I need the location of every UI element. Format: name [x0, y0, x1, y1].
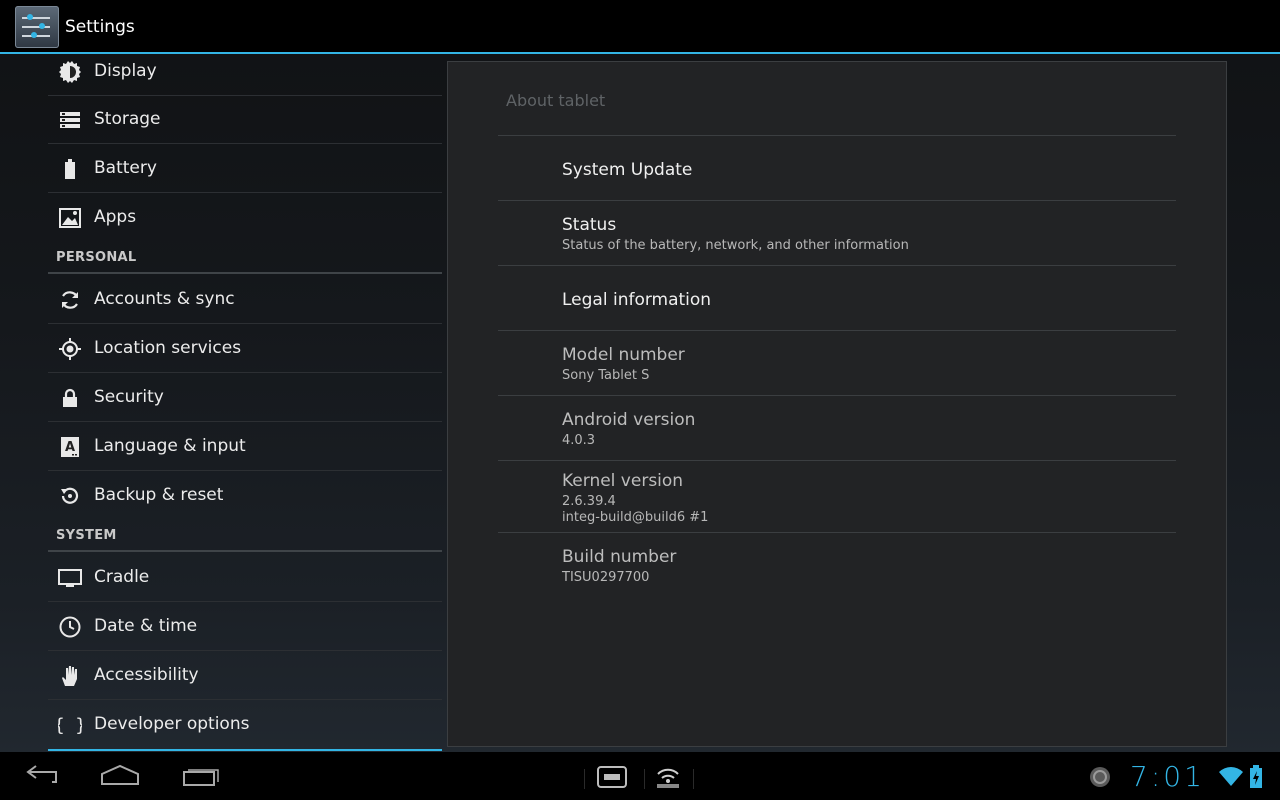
system-navigation-bar: 7:01: [0, 752, 1280, 800]
storage-icon: [60, 112, 80, 128]
divider: [584, 769, 585, 789]
pref-title: Status: [562, 215, 617, 235]
language-icon: A: [61, 437, 79, 457]
sidebar-item-label: Display: [94, 61, 157, 81]
pref-title: Model number: [562, 345, 685, 365]
keyboard-icon: [597, 766, 627, 788]
status-clock: 7:01: [1130, 760, 1205, 793]
sidebar-item-apps[interactable]: Apps: [48, 194, 442, 242]
sidebar-item-label: Developer options: [94, 714, 250, 734]
settings-notification-icon: [1090, 767, 1110, 787]
sidebar-item-label: Accounts & sync: [94, 289, 235, 309]
hand-icon: [62, 666, 77, 686]
backup-icon: [61, 487, 79, 504]
pref-summary: Status of the battery, network, and othe…: [562, 238, 909, 253]
sidebar-item-label: Apps: [94, 207, 137, 227]
wifi-share-icon: [657, 768, 679, 788]
sidebar-item-accounts-sync[interactable]: Accounts & sync: [48, 276, 442, 324]
settings-sidebar: Display Storage Battery Apps PERSONAL Ac…: [48, 56, 442, 752]
battery-status-icon: [1250, 765, 1262, 788]
section-header-system: SYSTEM: [48, 520, 442, 552]
pref-android-version[interactable]: Android version 4.0.3: [498, 395, 1176, 460]
wifi-icon: [1219, 767, 1243, 786]
braces-icon: { }: [58, 715, 82, 736]
pref-summary-line2: integ-build@build6 #1: [562, 510, 709, 525]
clock-icon: [59, 616, 81, 638]
sidebar-item-label: Battery: [94, 158, 157, 178]
pref-title: Build number: [562, 547, 677, 567]
pref-summary: 2.6.39.4: [562, 494, 616, 509]
sidebar-item-storage[interactable]: Storage: [48, 96, 442, 144]
sidebar-item-label: Date & time: [94, 616, 198, 636]
location-icon: [59, 338, 81, 360]
home-icon: [101, 764, 139, 785]
wifi-share-button[interactable]: [650, 752, 686, 800]
pref-title: Android version: [562, 410, 696, 430]
sidebar-item-battery[interactable]: Battery: [48, 145, 442, 193]
sidebar-item-label: Location services: [94, 338, 242, 358]
back-button[interactable]: [12, 752, 68, 800]
sidebar-item-label: Storage: [94, 109, 161, 129]
screen: Settings Display Storage Battery Apps PE…: [0, 0, 1280, 800]
back-icon: [26, 765, 57, 783]
sidebar-item-security[interactable]: Security: [48, 374, 442, 422]
sidebar-item-label: Cradle: [94, 567, 150, 587]
sidebar-item-language-input[interactable]: A Language & input: [48, 423, 442, 471]
wifi-status: [1216, 752, 1246, 800]
pref-summary: 4.0.3: [562, 433, 596, 448]
notification-area[interactable]: [1086, 752, 1114, 800]
pref-summary: TISU0297700: [562, 570, 650, 585]
display-brightness-icon: [59, 61, 81, 83]
pref-title: Legal information: [562, 290, 712, 310]
sync-icon: [62, 291, 78, 309]
pref-kernel-version: Kernel version 2.6.39.4 integ-build@buil…: [498, 460, 1176, 533]
section-header-personal: PERSONAL: [48, 242, 442, 274]
sidebar-item-cradle[interactable]: Cradle: [48, 554, 442, 602]
pref-model-number: Model number Sony Tablet S: [498, 330, 1176, 395]
pref-summary: Sony Tablet S: [562, 368, 650, 383]
monitor-icon: [58, 569, 82, 587]
pref-system-update[interactable]: System Update: [498, 135, 1176, 200]
sidebar-item-location-services[interactable]: Location services: [48, 325, 442, 373]
pref-title: Kernel version: [562, 471, 684, 491]
panel-title: About tablet: [506, 91, 606, 110]
sidebar-item-label: Backup & reset: [94, 485, 224, 505]
sidebar-item-backup-reset[interactable]: Backup & reset: [48, 472, 442, 520]
sidebar-item-developer-options[interactable]: { } Developer options: [48, 701, 442, 749]
sidebar-item-display[interactable]: Display: [48, 48, 442, 96]
lock-icon: [63, 388, 77, 407]
battery-icon: [65, 159, 75, 179]
pref-legal-information[interactable]: Legal information: [498, 265, 1176, 330]
divider: [644, 769, 645, 789]
keyboard-button[interactable]: [592, 752, 632, 800]
selected-indicator: [48, 749, 442, 751]
settings-app-icon[interactable]: [15, 6, 59, 48]
battery-status: [1246, 752, 1266, 800]
pref-status[interactable]: Status Status of the battery, network, a…: [498, 200, 1176, 265]
sidebar-item-date-time[interactable]: Date & time: [48, 603, 442, 651]
svg-text:{ }: { }: [58, 715, 82, 736]
sidebar-item-accessibility[interactable]: Accessibility: [48, 652, 442, 700]
pref-build-number[interactable]: Build number TISU0297700: [498, 532, 1176, 597]
sidebar-item-label: Security: [94, 387, 164, 407]
recent-apps-icon: [183, 769, 219, 786]
app-title: Settings: [65, 17, 135, 37]
action-bar: Settings: [0, 0, 1280, 54]
apps-icon: [59, 208, 81, 228]
home-button[interactable]: [92, 752, 148, 800]
pref-title: System Update: [562, 160, 693, 180]
sidebar-item-label: Language & input: [94, 436, 246, 456]
sidebar-item-label: Accessibility: [94, 665, 199, 685]
divider: [693, 769, 694, 789]
about-tablet-panel: About tablet System Update Status Status…: [447, 61, 1227, 747]
recent-apps-button[interactable]: [172, 752, 228, 800]
svg-text:A: A: [65, 440, 75, 455]
